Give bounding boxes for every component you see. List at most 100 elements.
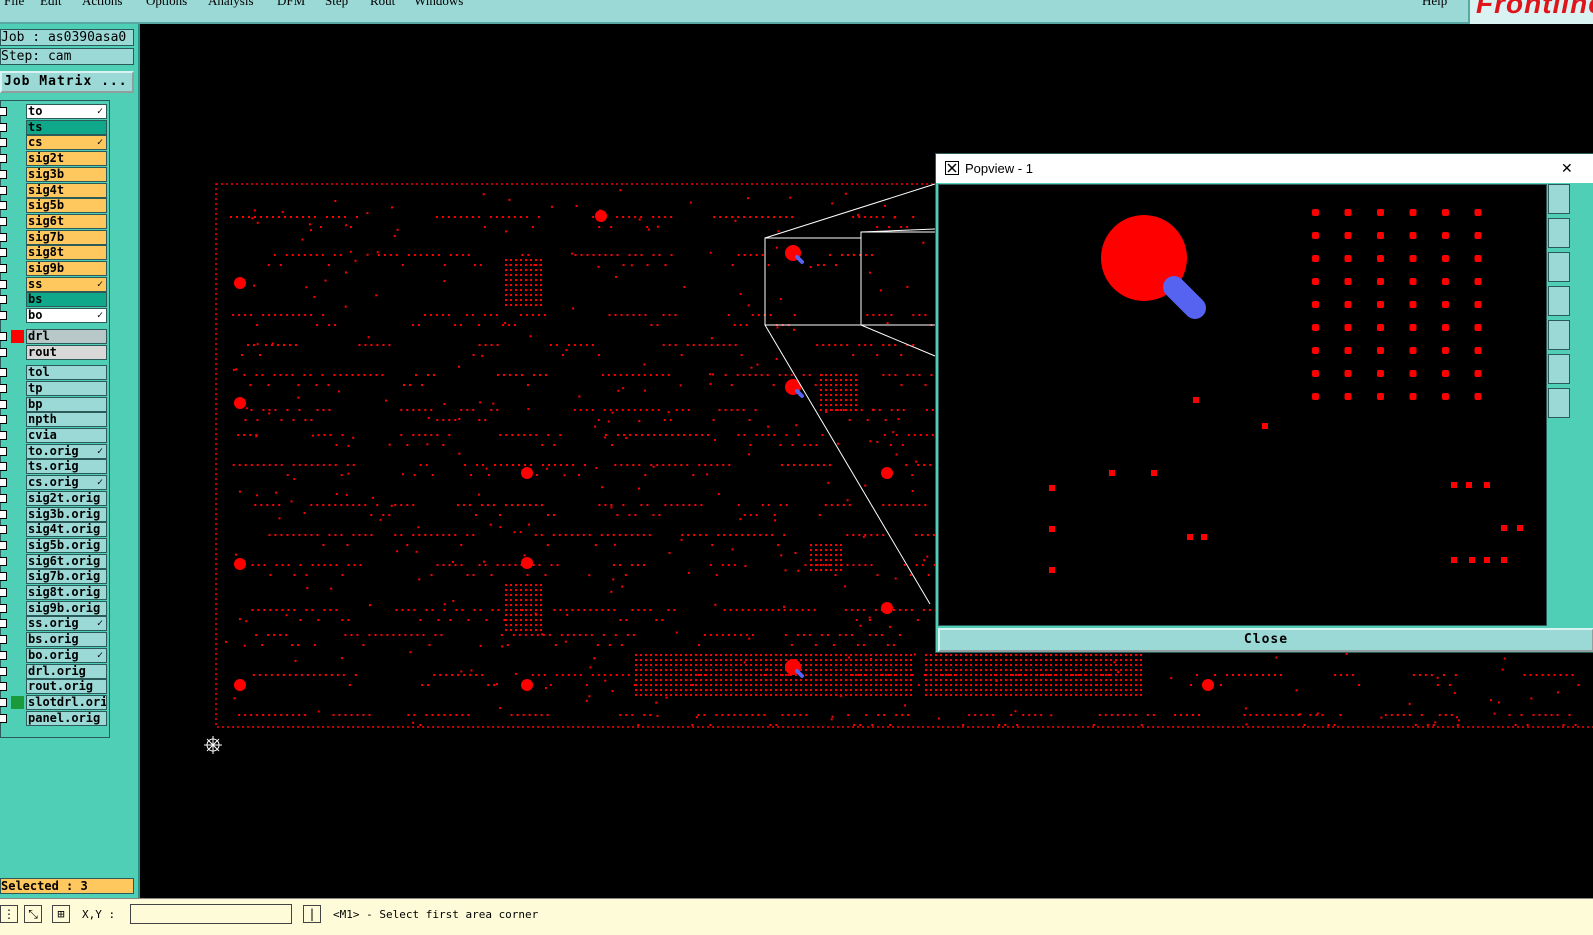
layer-name[interactable]: npth — [26, 412, 107, 428]
layer-row[interactable]: cs ✓ — [0, 135, 109, 151]
layer-checkbox[interactable] — [0, 185, 7, 195]
layer-row[interactable]: ss ✓ — [0, 276, 109, 292]
layer-checkbox[interactable] — [0, 107, 7, 116]
layer-row[interactable]: sig9b.orig — [0, 600, 109, 616]
menu-help[interactable]: Help — [1422, 0, 1447, 9]
layer-row[interactable]: sig4t.orig — [0, 522, 109, 538]
layer-row[interactable]: bp — [0, 396, 109, 412]
layer-checkbox[interactable] — [0, 697, 7, 707]
layer-row[interactable]: ss.orig ✓ — [0, 616, 109, 632]
layer-row[interactable]: drl.orig — [0, 663, 109, 679]
layer-checkbox[interactable] — [0, 264, 7, 273]
layer-row[interactable]: bo.orig ✓ — [0, 647, 109, 663]
layer-checkbox[interactable] — [0, 248, 7, 258]
layer-name[interactable]: drl.orig — [26, 663, 107, 679]
layer-checkbox[interactable] — [0, 311, 7, 321]
layer-row[interactable]: sig6t.orig — [0, 553, 109, 569]
layer-row[interactable]: cvia — [0, 428, 109, 443]
layer-name[interactable]: sig6t — [26, 213, 107, 229]
layer-name[interactable]: ss.orig ✓ — [26, 616, 107, 632]
layer-name[interactable]: tol — [26, 365, 107, 381]
layer-name[interactable]: tp — [26, 380, 107, 396]
layer-row[interactable]: sig8t.orig — [0, 585, 109, 600]
layer-checkbox[interactable] — [0, 431, 7, 440]
menu-actions[interactable]: Actions — [82, 0, 122, 9]
layer-name[interactable]: rout — [26, 344, 107, 360]
close-icon[interactable]: ✕ — [1561, 154, 1573, 183]
layer-name[interactable]: bp — [26, 396, 107, 412]
layer-name[interactable]: drl — [26, 328, 107, 344]
layer-name[interactable]: sig9b — [26, 261, 107, 276]
layer-name[interactable]: sig9b.orig — [26, 600, 107, 616]
layer-row[interactable]: bs — [0, 292, 109, 308]
layer-row[interactable]: sig4t — [0, 182, 109, 198]
layer-checkbox[interactable] — [0, 169, 7, 179]
layer-name[interactable]: sig5b.orig — [26, 537, 107, 553]
menu-options[interactable]: Options — [146, 0, 187, 9]
layer-checkbox[interactable] — [0, 383, 7, 393]
layer-name[interactable]: sig5b — [26, 198, 107, 214]
layer-row[interactable]: ts — [0, 119, 109, 135]
layer-name[interactable]: slotdrl.orig — [26, 694, 107, 710]
layer-name[interactable]: cs ✓ — [26, 135, 107, 151]
layer-checkbox[interactable] — [0, 295, 7, 305]
layer-checkbox[interactable] — [0, 682, 7, 692]
layer-checkbox[interactable] — [0, 331, 7, 341]
menu-windows[interactable]: Windows — [414, 0, 463, 9]
layer-name[interactable]: sig8t — [26, 245, 107, 261]
layer-checkbox[interactable] — [0, 415, 7, 425]
menu-edit[interactable]: Edit — [40, 0, 62, 9]
zoom-home-icon[interactable] — [1548, 354, 1570, 384]
layer-checkbox[interactable] — [0, 368, 7, 378]
layer-checkbox[interactable] — [0, 603, 7, 613]
layer-checkbox[interactable] — [0, 525, 7, 535]
menu-file[interactable]: File — [4, 0, 24, 9]
layer-name[interactable]: ts.orig — [26, 459, 107, 475]
job-matrix-button[interactable]: Job Matrix ... — [0, 71, 134, 93]
popview-zoom-view[interactable] — [938, 184, 1547, 626]
grid-icon[interactable]: ⊞ — [52, 905, 70, 923]
layer-name[interactable]: sig3b — [26, 166, 107, 182]
snap-icon[interactable]: ⋮ — [0, 905, 18, 923]
layer-row[interactable]: sig5b.orig — [0, 537, 109, 553]
layer-name[interactable]: sig2t — [26, 151, 107, 167]
menu-analysis[interactable]: Analysis — [208, 0, 254, 9]
layer-row[interactable]: slotdrl.orig — [0, 694, 109, 710]
zoom-area-icon[interactable] — [1548, 320, 1570, 350]
layer-checkbox[interactable] — [0, 540, 7, 550]
layer-row[interactable]: npth — [0, 412, 109, 428]
layer-checkbox[interactable] — [0, 666, 7, 676]
layer-name[interactable]: sig7b.orig — [26, 569, 107, 585]
layer-name[interactable]: ss ✓ — [26, 276, 107, 292]
layer-row[interactable]: rout.orig — [0, 679, 109, 695]
layer-row[interactable]: panel.orig — [0, 710, 109, 726]
layer-checkbox[interactable] — [0, 347, 7, 357]
menu-step[interactable]: Step — [325, 0, 348, 9]
layer-checkbox[interactable] — [0, 232, 7, 242]
layer-checkbox[interactable] — [0, 619, 7, 629]
menu-rout[interactable]: Rout — [370, 0, 395, 9]
layer-row[interactable]: cs.orig ✓ — [0, 475, 109, 491]
layer-row[interactable]: sig8t — [0, 245, 109, 261]
layer-name[interactable]: rout.orig — [26, 679, 107, 695]
layer-name[interactable]: sig3b.orig — [26, 506, 107, 522]
layer-row[interactable]: sig3b — [0, 166, 109, 182]
layer-name[interactable]: to ✓ — [26, 104, 107, 119]
layer-row[interactable]: ts.orig — [0, 459, 109, 475]
layer-name[interactable]: cvia — [26, 428, 107, 443]
layer-checkbox[interactable] — [0, 493, 7, 503]
layer-checkbox[interactable] — [0, 478, 7, 488]
layer-name[interactable]: bo.orig ✓ — [26, 647, 107, 663]
layer-name[interactable]: sig8t.orig — [26, 585, 107, 600]
layer-checkbox[interactable] — [0, 556, 7, 566]
layer-row[interactable]: sig2t.orig — [0, 490, 109, 506]
pan-icon[interactable] — [1548, 286, 1570, 316]
layer-row[interactable]: tol — [0, 365, 109, 381]
zoom-out-icon[interactable] — [1548, 252, 1570, 282]
layer-checkbox[interactable] — [0, 122, 7, 132]
layer-row[interactable]: sig9b — [0, 261, 109, 276]
layer-name[interactable]: sig2t.orig — [26, 490, 107, 506]
layer-checkbox[interactable] — [0, 462, 7, 472]
layer-name[interactable]: bs.orig — [26, 632, 107, 648]
separator-icon[interactable]: | — [303, 905, 321, 923]
